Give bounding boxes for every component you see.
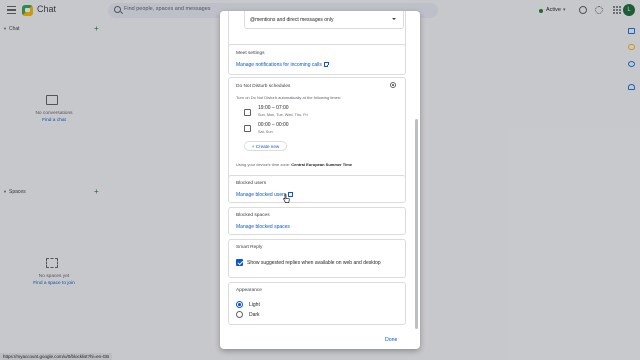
settings-scroll-area[interactable]: @mentions and direct messages only Meet …	[220, 11, 420, 329]
dnd-card: Do Not Disturb schedules Turn on Do Not …	[228, 77, 406, 182]
blocked-spaces-title: Blocked spaces	[236, 213, 270, 218]
theme-dark-radio[interactable]	[236, 311, 243, 318]
scrollbar-thumb[interactable]	[415, 119, 418, 329]
external-link-icon	[323, 61, 329, 67]
manage-blocked-spaces-link[interactable]: Manage blocked spaces	[236, 224, 290, 230]
manage-call-notifications-label: Manage notifications for incoming calls	[236, 62, 322, 68]
create-new-schedule-button[interactable]: + Create new	[244, 141, 287, 151]
dnd-subtitle: Turn on Do Not Disturb automatically at …	[236, 95, 342, 100]
blocked-users-title: Blocked users	[236, 181, 267, 186]
schedule-checkbox[interactable]	[244, 125, 251, 132]
manage-blocked-users-label: Manage blocked users	[236, 192, 287, 198]
timezone-note: Using your device's time zone: Central E…	[236, 162, 352, 167]
settings-dialog: @mentions and direct messages only Meet …	[220, 11, 420, 349]
schedule-time: 19:00 – 07:00	[258, 105, 289, 111]
notifications-select-value: @mentions and direct messages only	[250, 17, 334, 23]
timezone-name: Central European Summer Time	[291, 162, 353, 167]
meet-settings-title: Meet settings	[236, 51, 265, 56]
notifications-select[interactable]: @mentions and direct messages only	[244, 11, 404, 29]
meet-settings-card: Meet settings Manage notifications for i…	[228, 44, 406, 75]
smart-reply-card: Smart Reply Show suggested replies when …	[228, 239, 406, 278]
dropdown-arrow-icon	[392, 18, 396, 20]
done-button[interactable]: Done	[385, 337, 397, 343]
schedule-checkbox[interactable]	[244, 109, 251, 116]
theme-dark-label: Dark	[249, 312, 260, 318]
blocked-spaces-card: Blocked spaces Manage blocked spaces	[228, 207, 406, 235]
dnd-title: Do Not Disturb schedules	[236, 84, 291, 89]
smart-reply-label: Show suggested replies when available on…	[247, 260, 381, 266]
gear-icon[interactable]	[390, 82, 396, 88]
blocked-users-card: Blocked users Manage blocked users	[228, 175, 406, 203]
timezone-prefix: Using your device's time zone:	[236, 162, 292, 167]
appearance-title: Appearance	[236, 288, 262, 293]
schedule-time: 00:00 – 00:00	[258, 122, 289, 128]
schedule-days: Sun, Mon, Tue, Wed, Thu, Fri	[258, 113, 308, 117]
smart-reply-checkbox[interactable]	[236, 259, 243, 266]
smart-reply-title: Smart Reply	[236, 245, 263, 250]
theme-light-label: Light	[249, 302, 260, 308]
schedule-days: Sat, Sun	[258, 130, 273, 134]
appearance-card: Appearance Light Dark	[228, 282, 406, 325]
theme-light-radio[interactable]	[236, 301, 243, 308]
manage-call-notifications-link[interactable]: Manage notifications for incoming calls	[236, 61, 329, 68]
